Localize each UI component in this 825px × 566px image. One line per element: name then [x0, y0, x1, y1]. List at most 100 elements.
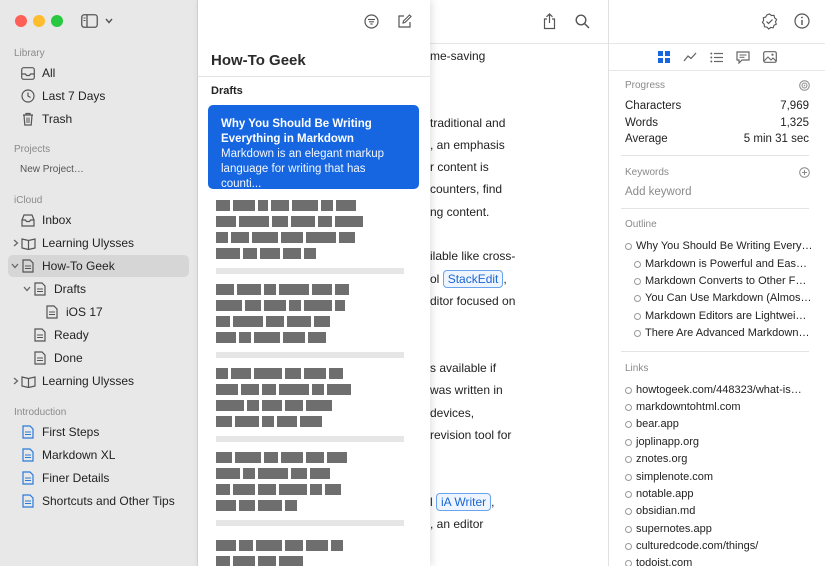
sidebar-item-last-7-days[interactable]: Last 7 Days [20, 85, 105, 107]
link-item[interactable]: howtogeek.com/448323/what-is… [625, 384, 802, 396]
target-icon[interactable] [798, 79, 810, 91]
sidebar: Library All Last 7 Days Trash Projects N… [0, 0, 198, 566]
chevron-down-icon[interactable] [22, 284, 32, 294]
link-item[interactable]: obsidian.md [625, 505, 695, 517]
sidebar-item-label: Shortcuts and Other Tips [42, 494, 175, 508]
outline-tab-icon[interactable] [708, 49, 724, 65]
inbox-icon [20, 212, 36, 228]
sidebar-item-done[interactable]: Done [32, 347, 83, 369]
sidebar-item-first-steps[interactable]: First Steps [20, 421, 99, 443]
stat-words: Words 1,325 [625, 117, 809, 129]
info-icon[interactable] [793, 12, 811, 30]
outline-item[interactable]: Markdown Converts to Other F… [634, 275, 825, 287]
divider [621, 208, 809, 209]
zoom-window-button[interactable] [51, 15, 63, 27]
sheet-icon [20, 447, 36, 463]
ia-writer-link[interactable]: iA Writer [436, 493, 492, 511]
sidebar-item-how-to-geek[interactable]: How-To Geek [8, 255, 189, 277]
chevron-down-icon[interactable] [104, 16, 114, 26]
editor[interactable]: me-saving traditional and , an emphasis … [430, 0, 608, 566]
stat-average: Average 5 min 31 sec [625, 133, 809, 145]
divider [609, 43, 825, 44]
link-item[interactable]: simplenote.com [625, 471, 713, 483]
link-item[interactable]: culturedcode.com/things/ [625, 540, 758, 552]
sidebar-item-learning-ulysses[interactable]: Learning Ulysses [13, 232, 134, 254]
editor-line: r content is [430, 160, 489, 174]
editor-line: revision tool for [430, 428, 512, 442]
sidebar-item-drafts[interactable]: Drafts [23, 278, 86, 300]
outline-section-title: Outline [625, 219, 657, 230]
outline-item[interactable]: Why You Should Be Writing Every… [625, 240, 825, 252]
sheet-item-selected[interactable]: Why You Should Be Writing Everything in … [208, 105, 419, 190]
sheet-icon [20, 470, 36, 486]
editor-line: me-saving [430, 49, 486, 63]
icloud-section-title: iCloud [14, 195, 43, 206]
sidebar-item-label: First Steps [42, 425, 100, 439]
sidebar-item-shortcuts[interactable]: Shortcuts and Other Tips [20, 490, 175, 512]
outline-item[interactable]: Markdown is Powerful and Eas… [634, 258, 825, 270]
stackedit-link[interactable]: StackEdit [442, 270, 504, 288]
sheet-item[interactable] [216, 200, 404, 264]
sheet-item[interactable] [216, 452, 404, 516]
sheet-item[interactable] [216, 540, 404, 566]
editor-line: counters, find [430, 182, 503, 196]
link-item[interactable]: bear.app [625, 418, 679, 430]
sidebar-item-learning-ulysses-2[interactable]: Learning Ulysses [13, 370, 135, 392]
sidebar-toggle-icon[interactable] [80, 13, 98, 29]
sidebar-item-ready[interactable]: Ready [32, 324, 89, 346]
chevron-right-icon[interactable] [11, 238, 21, 248]
sheet-item[interactable] [216, 368, 404, 432]
comments-tab-icon[interactable] [735, 49, 751, 65]
statistics-tab-icon[interactable] [682, 49, 698, 65]
badge-check-icon[interactable] [760, 12, 778, 30]
divider [216, 520, 404, 526]
clock-icon [20, 88, 36, 104]
outline-bullet-icon [625, 242, 632, 250]
sidebar-item-markdown-xl[interactable]: Markdown XL [20, 444, 115, 466]
sidebar-item-inbox[interactable]: Inbox [20, 209, 71, 231]
chevron-down-icon[interactable] [10, 261, 20, 271]
sidebar-item-label: Done [54, 351, 83, 365]
outline-item[interactable]: You Can Use Markdown (Almos… [634, 292, 825, 304]
add-keyword-input[interactable]: Add keyword [625, 186, 691, 198]
editor-line: ol StackEdit, [430, 270, 507, 288]
link-item[interactable]: todoist.com [625, 557, 692, 566]
link-item[interactable]: supernotes.app [625, 523, 712, 535]
link-item[interactable]: notable.app [625, 488, 694, 500]
link-text: culturedcode.com/things/ [636, 540, 759, 552]
minimize-window-button[interactable] [33, 15, 45, 27]
stat-value: 7,969 [780, 100, 809, 112]
link-text: obsidian.md [636, 505, 696, 517]
sheet-icon [32, 281, 48, 297]
add-keyword-icon[interactable] [798, 166, 810, 178]
link-bullet-icon [625, 386, 632, 394]
outline-item[interactable]: Markdown Editors are Lightwei… [634, 310, 825, 322]
sidebar-item-label: Learning Ulysses [42, 374, 135, 388]
sidebar-item-all[interactable]: All [20, 62, 55, 84]
sidebar-item-ios-17[interactable]: iOS 17 [44, 301, 103, 323]
search-icon[interactable] [574, 13, 590, 29]
stat-label: Average [625, 133, 668, 145]
sidebar-item-label: Last 7 Days [42, 89, 106, 103]
chevron-right-icon[interactable] [11, 376, 21, 386]
sidebar-item-finer-details[interactable]: Finer Details [20, 467, 109, 489]
sheet-item[interactable] [216, 284, 404, 348]
close-window-button[interactable] [15, 15, 27, 27]
images-tab-icon[interactable] [762, 49, 778, 65]
keywords-section-title: Keywords [625, 167, 669, 178]
sheet-preview: Markdown is an elegant markup language f… [221, 148, 384, 190]
link-item[interactable]: joplinapp.org [625, 436, 699, 448]
link-item[interactable]: znotes.org [625, 453, 687, 465]
dashboard-tab-icon[interactable] [656, 49, 672, 65]
share-icon[interactable] [541, 12, 557, 30]
outline-item[interactable]: There Are Advanced Markdown… [634, 327, 825, 339]
link-item[interactable]: markdowntohtml.com [625, 401, 741, 413]
link-text: bear.app [636, 418, 679, 430]
stat-value: 1,325 [780, 117, 809, 129]
new-project-button[interactable]: New Project… [20, 158, 84, 180]
stat-label: Words [625, 117, 659, 129]
filter-icon[interactable] [363, 13, 379, 29]
sidebar-item-trash[interactable]: Trash [20, 108, 72, 130]
compose-icon[interactable] [396, 13, 412, 29]
divider [216, 268, 404, 274]
